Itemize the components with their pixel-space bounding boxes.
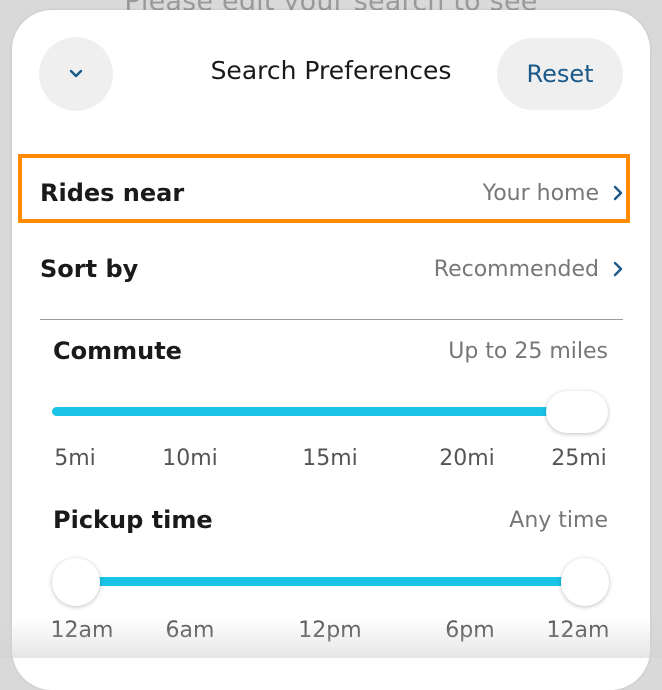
pickup-time-label: Pickup time bbox=[53, 506, 213, 534]
sort-by-label: Sort by bbox=[40, 255, 139, 283]
pickup-time-tick: 6am bbox=[165, 618, 215, 643]
search-preferences-sheet: Search Preferences Reset Rides near Your… bbox=[12, 10, 650, 690]
pickup-time-tick: 12pm bbox=[298, 618, 362, 643]
commute-slider-track[interactable] bbox=[52, 407, 578, 416]
commute-tick: 15mi bbox=[302, 446, 358, 471]
commute-tick: 25mi bbox=[551, 446, 607, 471]
collapse-button[interactable] bbox=[39, 37, 113, 111]
commute-tick: 5mi bbox=[54, 446, 96, 471]
pickup-time-slider-track[interactable] bbox=[76, 577, 586, 586]
pickup-time-tick: 12am bbox=[546, 618, 610, 643]
sort-by-value: Recommended bbox=[433, 256, 599, 282]
reset-button[interactable]: Reset bbox=[497, 38, 623, 110]
commute-slider-handle[interactable] bbox=[546, 391, 608, 433]
pickup-time-start-handle[interactable] bbox=[52, 558, 100, 606]
pickup-time-end-handle[interactable] bbox=[561, 558, 609, 606]
commute-tick: 20mi bbox=[439, 446, 495, 471]
commute-tick: 10mi bbox=[162, 446, 218, 471]
page-title: Search Preferences bbox=[210, 56, 452, 85]
commute-label: Commute bbox=[53, 337, 182, 365]
selection-highlight bbox=[18, 154, 630, 223]
chevron-right-icon bbox=[613, 261, 623, 277]
sort-by-row[interactable]: Sort by Recommended bbox=[40, 239, 623, 299]
divider bbox=[40, 319, 623, 320]
pickup-time-value: Any time bbox=[509, 508, 608, 533]
chevron-down-icon bbox=[69, 69, 83, 78]
pickup-time-tick: 12am bbox=[50, 618, 114, 643]
commute-value: Up to 25 miles bbox=[448, 339, 608, 364]
pickup-time-tick: 6pm bbox=[445, 618, 495, 643]
